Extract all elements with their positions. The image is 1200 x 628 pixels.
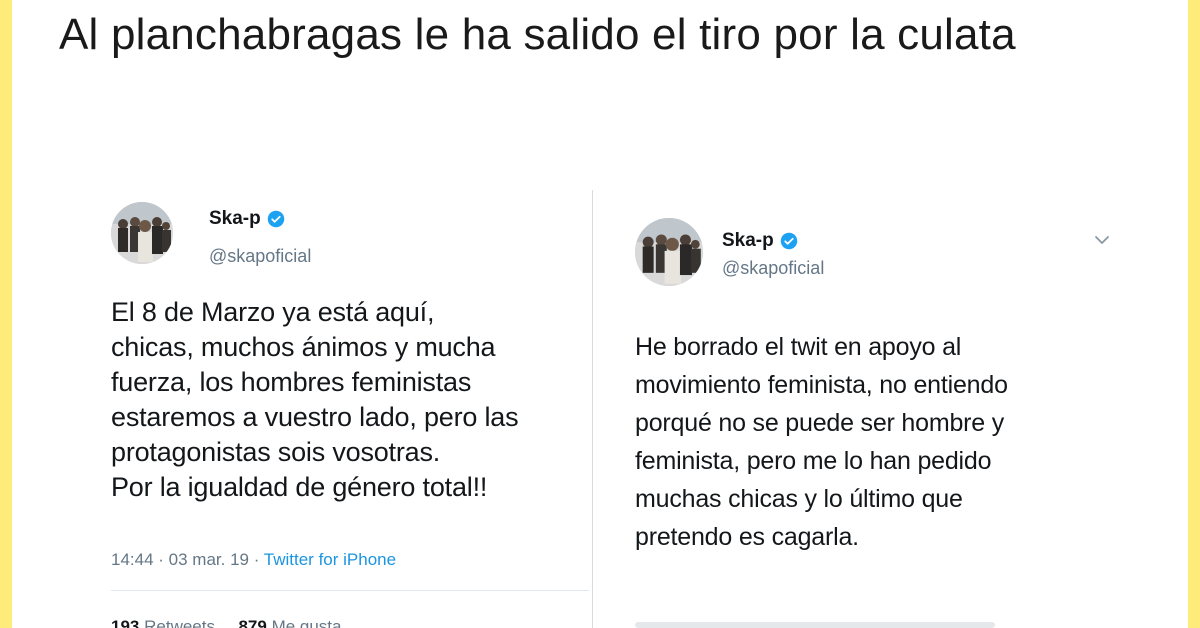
display-name[interactable]: Ska-p bbox=[722, 230, 798, 252]
likes-label[interactable]: Me gusta bbox=[272, 617, 342, 628]
divider bbox=[111, 590, 589, 591]
tweet-stats: 193 Retweets 879 Me gusta bbox=[111, 617, 342, 628]
retweets-label[interactable]: Retweets bbox=[144, 617, 215, 628]
verified-badge-icon bbox=[780, 232, 798, 250]
likes-count[interactable]: 879 bbox=[238, 617, 266, 628]
meme-card: Al planchabragas le ha salido el tiro po… bbox=[12, 0, 1188, 628]
display-name[interactable]: Ska-p bbox=[209, 208, 285, 230]
band-photo-avatar-icon bbox=[111, 202, 173, 264]
chevron-down-icon[interactable] bbox=[1094, 234, 1110, 246]
user-handle[interactable]: @skapoficial bbox=[209, 246, 311, 267]
tweet-text: El 8 de Marzo ya está aquí, chicas, much… bbox=[111, 297, 519, 502]
retweets-count[interactable]: 193 bbox=[111, 617, 139, 628]
tweet-meta-cropped bbox=[635, 622, 995, 628]
band-photo-avatar-icon bbox=[635, 218, 703, 286]
meme-headline: Al planchabragas le ha salido el tiro po… bbox=[59, 10, 1016, 59]
display-name-text: Ska-p bbox=[722, 230, 774, 251]
verified-badge-icon bbox=[267, 210, 285, 228]
tweet-timestamp[interactable]: 14:44 · 03 mar. 19 · bbox=[111, 550, 264, 569]
avatar[interactable] bbox=[111, 202, 173, 264]
tweet-source[interactable]: Twitter for iPhone bbox=[264, 550, 396, 569]
tweet-text: He borrado el twit en apoyo al movimient… bbox=[635, 333, 1008, 551]
tweet-meta: 14:44 · 03 mar. 19 · Twitter for iPhone bbox=[111, 550, 396, 570]
tweet-followup: Ska-p @skapoficial He borrado el twit en… bbox=[616, 200, 1116, 628]
user-handle[interactable]: @skapoficial bbox=[722, 258, 824, 279]
display-name-text: Ska-p bbox=[209, 208, 261, 229]
avatar[interactable] bbox=[635, 218, 703, 286]
tweet-original: Ska-p @skapoficial El 8 de Marzo ya está… bbox=[92, 190, 593, 628]
